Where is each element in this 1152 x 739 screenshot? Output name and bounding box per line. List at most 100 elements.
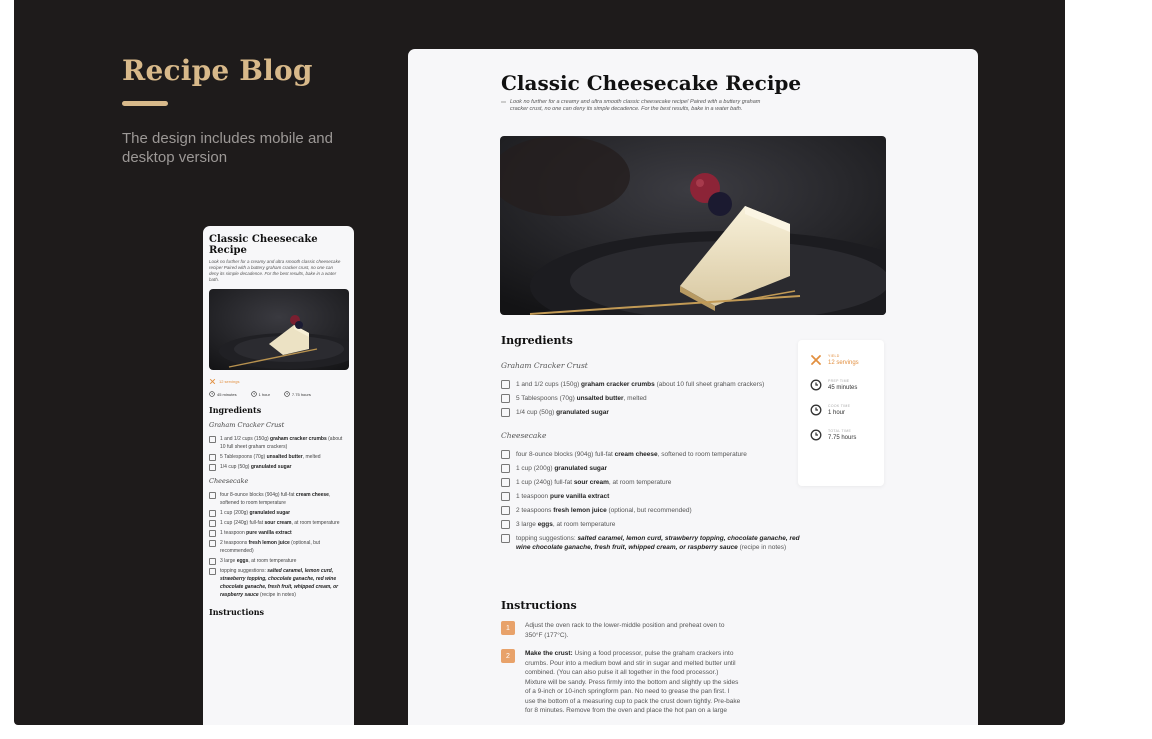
recipe-stats-panel: YIELD 12 servings PREP TIME 45 minutes C… [798, 340, 884, 486]
list-item: 1 teaspoon pure vanilla extract [501, 492, 801, 501]
cheesecake-photo-icon [500, 136, 886, 315]
clock-icon [284, 391, 290, 397]
list-item: four 8-ounce blocks (904g) full-fat crea… [209, 491, 348, 507]
item-text: topping suggestions: [516, 535, 578, 542]
list-item: 1 cup (200g) granulated sugar [209, 509, 348, 517]
checkbox-icon[interactable] [209, 436, 216, 443]
cook-time-stat: 1 hour [250, 391, 270, 397]
list-item: 1/4 cup (50g) granulated sugar [209, 463, 348, 471]
list-item: 3 large eggs, at room temperature [501, 520, 801, 529]
step-text: Adjust the oven rack to the lower-middle… [525, 621, 741, 640]
brand-title: Recipe Blog [122, 54, 313, 87]
checkbox-icon[interactable] [501, 478, 510, 487]
clock-icon [250, 391, 257, 397]
item-text: 1/4 cup (50g) [220, 464, 251, 470]
checkbox-icon[interactable] [501, 534, 510, 543]
utensils-icon [811, 355, 821, 365]
list-item: 2 teaspoons fresh lemon juice (optional,… [209, 539, 348, 555]
total-time-stat: 7.75 hours [284, 391, 311, 397]
item-bold: fresh lemon juice [553, 507, 607, 514]
instruction-step: 2 Make the crust: Using a food processor… [501, 649, 741, 716]
mobile-cheesecake-list: four 8-ounce blocks (904g) full-fat crea… [209, 491, 348, 599]
step-body: Adjust the oven rack to the lower-middle… [525, 622, 725, 639]
item-text: 1 cup (240g) full-fat [516, 479, 574, 486]
desktop-preview-card: Classic Cheesecake Recipe Look no furthe… [408, 49, 978, 725]
list-item: 1 and 1/2 cups (150g) graham cracker cru… [501, 380, 801, 389]
item-bold: granulated sugar [249, 510, 291, 516]
clock-icon [810, 429, 822, 441]
item-text: , melted [623, 395, 647, 402]
yield-stat: YIELD 12 servings [810, 354, 872, 366]
checkbox-icon[interactable] [209, 464, 216, 471]
checkbox-icon[interactable] [501, 492, 510, 501]
recipe-intro: Look no further for a creamy and ultra s… [501, 99, 761, 113]
prep-time-label: PREP TIME [828, 379, 850, 383]
checkbox-icon[interactable] [209, 492, 216, 499]
step-text: Make the crust: Using a food processor, … [525, 649, 741, 716]
cook-time-value: 1 hour [828, 410, 846, 416]
total-time-value: 7.75 hours [828, 435, 857, 441]
item-bold: pure vanilla extract [246, 530, 292, 536]
instructions-section: Instructions 1 Adjust the oven rack to t… [501, 599, 741, 716]
checkbox-icon[interactable] [209, 520, 216, 527]
checkbox-icon[interactable] [501, 380, 510, 389]
checkbox-icon[interactable] [209, 454, 216, 461]
item-bold: granulated sugar [554, 465, 608, 472]
recipe-title: Classic Cheesecake Recipe [501, 71, 802, 95]
recipe-title: Classic Cheesecake Recipe [209, 234, 318, 256]
instructions-heading: Instructions [501, 599, 577, 612]
list-item: topping suggestions: salted caramel, lem… [209, 567, 348, 599]
item-text: , at room temperature [291, 520, 340, 526]
checkbox-icon[interactable] [209, 530, 216, 537]
checkbox-icon[interactable] [501, 408, 510, 417]
crust-heading: Graham Cracker Crust [501, 361, 588, 370]
checkbox-icon[interactable] [501, 450, 510, 459]
item-bold: eggs [537, 521, 553, 528]
item-bold: unsalted butter [266, 454, 303, 460]
item-text: (optional, but recommended) [606, 507, 692, 514]
item-text: 3 large [220, 558, 237, 564]
item-bold: sour cream [573, 479, 609, 486]
item-text: 1/4 cup (50g) [516, 409, 557, 416]
cheesecake-photo [209, 289, 349, 370]
item-text: 5 Tablespoons (70g) [516, 395, 577, 402]
instruction-step: 1 Adjust the oven rack to the lower-midd… [501, 621, 741, 640]
item-text: 1 cup (200g) [516, 465, 555, 472]
list-item: 1 cup (240g) full-fat sour cream, at roo… [501, 478, 801, 487]
list-item: 5 Tablespoons (70g) unsalted butter, mel… [501, 394, 801, 403]
item-text: 2 teaspoons [220, 540, 249, 546]
item-bold: granulated sugar [250, 464, 292, 470]
list-item: 3 large eggs, at room temperature [209, 557, 348, 565]
cheesecake-heading: Cheesecake [209, 477, 249, 485]
mobile-preview-card: Classic Cheesecake Recipe Look no furthe… [203, 226, 354, 725]
item-bold: graham cracker crumbs [270, 436, 327, 442]
total-time-label: TOTAL TIME [828, 429, 852, 433]
item-text: topping suggestions: [220, 568, 268, 574]
item-bold: sour cream [264, 520, 292, 526]
checkbox-icon[interactable] [501, 506, 510, 515]
prep-time-value: 45 minutes [217, 391, 237, 397]
step-number-badge: 2 [501, 649, 515, 663]
checkbox-icon[interactable] [501, 394, 510, 403]
checkbox-icon[interactable] [209, 558, 216, 565]
checkbox-icon[interactable] [209, 540, 216, 547]
checkbox-icon[interactable] [209, 510, 216, 517]
item-bold: eggs [236, 558, 249, 564]
item-text: 1 teaspoon [220, 530, 247, 536]
clock-icon [810, 379, 822, 391]
item-text: , melted [302, 454, 321, 460]
brand-subtitle: The design includes mobile and desktop v… [122, 130, 333, 166]
intro-marker [501, 101, 506, 103]
mobile-crust-list: 1 and 1/2 cups (150g) graham cracker cru… [209, 435, 348, 471]
cheesecake-photo-icon [209, 289, 349, 370]
item-text: 1 cup (200g) [220, 510, 250, 516]
checkbox-icon[interactable] [501, 520, 510, 529]
item-text: , at room temperature [248, 558, 297, 564]
recipe-intro: Look no further for a creamy and ultra s… [209, 259, 341, 282]
checkbox-icon[interactable] [209, 568, 216, 575]
item-text: 5 Tablespoons (70g) [220, 454, 267, 460]
item-text: 3 large [516, 521, 538, 528]
item-text: 1 and 1/2 cups (150g) [220, 436, 271, 442]
checkbox-icon[interactable] [501, 464, 510, 473]
prep-time-value: 45 minutes [828, 385, 858, 391]
